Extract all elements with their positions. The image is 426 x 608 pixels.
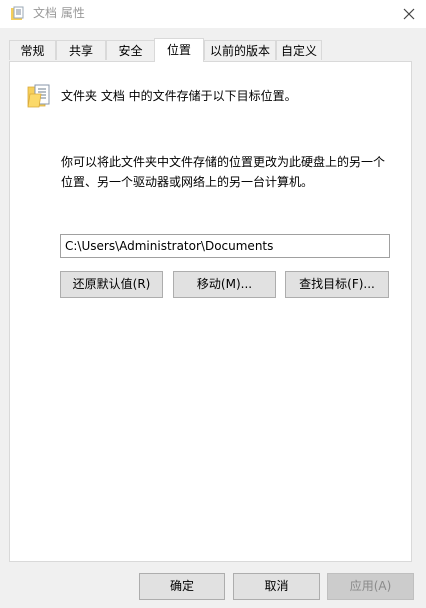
- tab-sharing[interactable]: 共享: [56, 40, 106, 60]
- tab-security[interactable]: 安全: [106, 40, 155, 60]
- find-target-button[interactable]: 查找目标(F)...: [285, 271, 389, 298]
- ok-button[interactable]: 确定: [139, 573, 225, 600]
- close-icon: [403, 8, 415, 20]
- move-button[interactable]: 移动(M)...: [173, 271, 276, 298]
- description-line-1: 你可以将此文件夹中文件存储的位置更改为此硬盘上的另一个: [61, 155, 386, 169]
- documents-folder-icon: [27, 82, 53, 108]
- tab-location[interactable]: 位置: [154, 38, 204, 62]
- location-description: 你可以将此文件夹中文件存储的位置更改为此硬盘上的另一个 位置、另一个驱动器或网络…: [61, 152, 401, 192]
- window-title: 文档 属性: [33, 6, 85, 20]
- restore-default-button[interactable]: 还原默认值(R): [60, 271, 163, 298]
- close-button[interactable]: [392, 0, 426, 28]
- title-bar: 文档 属性: [0, 0, 426, 28]
- tab-customize[interactable]: 自定义: [276, 40, 322, 60]
- location-panel: 文件夹 文档 中的文件存储于以下目标位置。 你可以将此文件夹中文件存储的位置更改…: [9, 61, 412, 562]
- tab-strip: 常规 共享 安全 位置 以前的版本 自定义: [0, 38, 426, 62]
- tab-general[interactable]: 常规: [9, 40, 56, 60]
- location-path-input[interactable]: [60, 234, 390, 258]
- cancel-button[interactable]: 取消: [233, 573, 320, 600]
- description-line-2: 位置、另一个驱动器或网络上的另一台计算机。: [61, 175, 314, 189]
- tab-previous-versions[interactable]: 以前的版本: [204, 40, 276, 60]
- apply-button[interactable]: 应用(A): [327, 573, 414, 600]
- document-folder-icon: [10, 6, 24, 21]
- location-header-text: 文件夹 文档 中的文件存储于以下目标位置。: [61, 89, 297, 103]
- background-window-edge: [420, 28, 426, 608]
